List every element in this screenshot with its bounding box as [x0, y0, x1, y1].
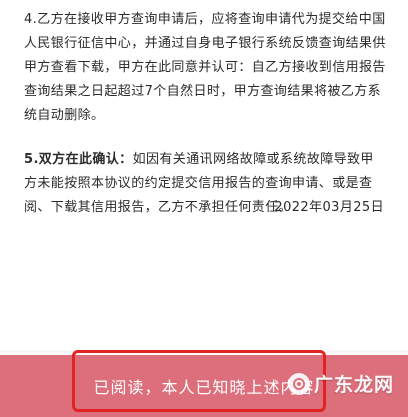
agreement-date: 2022年03月25日 [274, 200, 384, 215]
watermark-text: 广东龙网 [313, 374, 394, 396]
watermark: 广东龙网 [287, 370, 394, 397]
clause-5-lead: 5.双方在此确认： [24, 152, 133, 167]
watermark-logo-icon [287, 372, 310, 395]
clause-4: 4.乙方在接收甲方查询申请后，应将查询申请代为提交给中国人民银行征信中心，并通过… [24, 12, 386, 123]
agreement-content: 4.乙方在接收甲方查询申请后，应将查询申请代为提交给中国人民银行征信中心，并通过… [24, 8, 386, 220]
